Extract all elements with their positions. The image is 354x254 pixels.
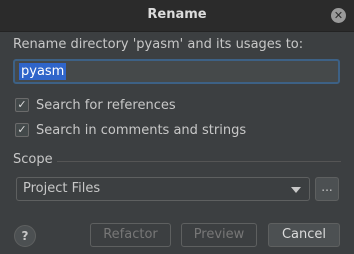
scope-label: Scope: [13, 152, 53, 167]
search-comments-label: Search in comments and strings: [36, 122, 247, 138]
chevron-down-icon: [291, 187, 301, 193]
browse-scope-button[interactable]: ...: [315, 177, 339, 201]
search-references-checkbox[interactable]: ✓: [15, 98, 29, 112]
preview-button[interactable]: Preview: [181, 223, 257, 247]
scope-select-value: Project Files: [23, 181, 101, 196]
selected-name-text: pyasm: [19, 63, 67, 80]
search-comments-option[interactable]: ✓ Search in comments and strings: [15, 121, 246, 139]
search-comments-checkbox[interactable]: ✓: [15, 123, 29, 137]
title-bar: Rename ✕: [0, 0, 354, 32]
dialog-title: Rename: [147, 7, 207, 22]
refactor-button[interactable]: Refactor: [90, 223, 171, 247]
help-icon[interactable]: ?: [14, 225, 36, 247]
scope-select[interactable]: Project Files: [16, 177, 310, 201]
rename-prompt: Rename directory 'pyasm' and its usages …: [13, 37, 304, 52]
cancel-button[interactable]: Cancel: [268, 223, 340, 247]
close-icon[interactable]: ✕: [331, 8, 346, 23]
search-references-option[interactable]: ✓ Search for references: [15, 96, 176, 114]
search-references-label: Search for references: [36, 97, 176, 113]
new-name-input[interactable]: pyasm: [13, 59, 340, 84]
scope-divider: [57, 161, 341, 162]
